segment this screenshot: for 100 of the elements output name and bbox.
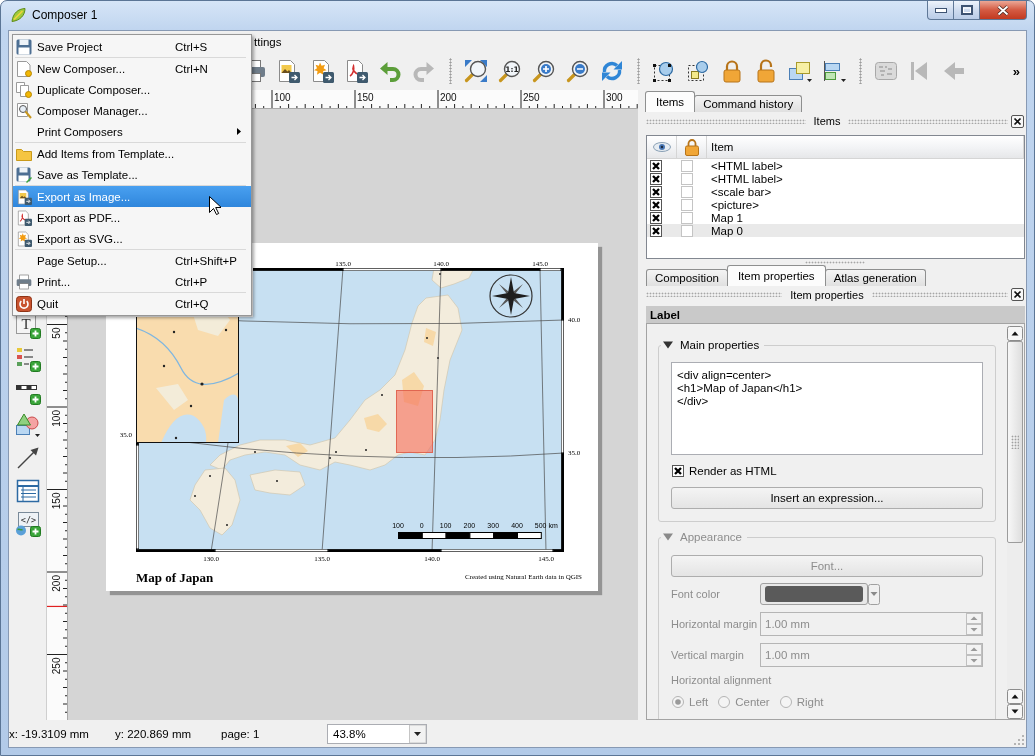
menu-item[interactable]: Save Project Ctrl+S	[13, 36, 251, 57]
dock-grip[interactable]	[848, 118, 1008, 124]
ruler-label: 150	[51, 492, 62, 510]
visibility-checkbox[interactable]	[650, 211, 662, 224]
visibility-checkbox[interactable]	[650, 159, 662, 172]
toolbar-grip[interactable]	[636, 58, 640, 84]
ruler-label: 200	[51, 575, 62, 592]
lock-checkbox[interactable]	[681, 172, 693, 185]
zoom-in-icon[interactable]	[532, 59, 556, 83]
menu-item[interactable]: Print... Ctrl+P	[13, 271, 251, 292]
close-button[interactable]	[979, 1, 1027, 20]
duplicate-document-icon	[16, 81, 32, 98]
minimize-button[interactable]	[927, 1, 954, 20]
move-content-icon[interactable]	[686, 59, 710, 83]
menu-item[interactable]: New Composer... Ctrl+N	[13, 58, 251, 79]
svg-export-icon[interactable]	[310, 59, 334, 83]
ruler-label: 100	[274, 92, 291, 103]
menu-shortcut: Ctrl+P	[175, 275, 209, 288]
leaf-logo-icon	[10, 7, 26, 23]
render-html-checkbox[interactable]	[672, 464, 684, 477]
overflow-button[interactable]: »	[1012, 63, 1020, 79]
visibility-checkbox[interactable]	[650, 224, 662, 237]
zoom-out-icon[interactable]	[566, 59, 590, 83]
lock-icon	[684, 138, 699, 156]
close-icon	[997, 4, 1009, 16]
align-icon[interactable]	[822, 59, 846, 83]
ruler-label: 50	[51, 327, 62, 339]
zoom-combo[interactable]: 43.8%	[327, 723, 427, 744]
tab[interactable]: Composition	[646, 269, 728, 286]
checkbox-label: Render as HTML	[689, 464, 777, 477]
zoom-full-icon[interactable]	[464, 59, 488, 83]
scroll-up-icon[interactable]	[1007, 326, 1023, 341]
lock-checkbox[interactable]	[681, 185, 693, 198]
visibility-checkbox[interactable]	[650, 172, 662, 185]
visibility-checkbox[interactable]	[650, 198, 662, 211]
page-title: Map of Japan	[136, 570, 214, 586]
undo-icon[interactable]	[378, 59, 402, 83]
compass-rose-icon	[489, 274, 533, 318]
raise-icon[interactable]	[788, 59, 812, 83]
lock-checkbox[interactable]	[681, 198, 693, 211]
dock-grip[interactable]	[646, 292, 783, 297]
collapse-caret-icon[interactable]	[663, 340, 673, 350]
menu-item[interactable]: Duplicate Composer...	[13, 79, 251, 100]
close-icon[interactable]	[1011, 288, 1024, 301]
menu-shortcut: Ctrl+Shift+P	[175, 254, 238, 267]
floppy-pencil-icon	[16, 166, 32, 183]
group-title: Main properties	[680, 338, 760, 352]
lock-checkbox[interactable]	[681, 211, 693, 224]
tab[interactable]: Items	[645, 91, 696, 112]
item-row[interactable]: Map 0	[647, 224, 1024, 237]
menu-shortcut: Ctrl+N	[175, 62, 209, 75]
tab[interactable]: Item properties	[726, 265, 826, 286]
menu-item[interactable]: Page Setup... Ctrl+Shift+P	[13, 250, 251, 271]
pdf-export-icon[interactable]	[344, 59, 368, 83]
add-legend-icon[interactable]	[14, 346, 41, 372]
maximize-button[interactable]	[953, 1, 980, 20]
close-icon[interactable]	[1011, 114, 1024, 128]
selection-box-icon[interactable]	[652, 59, 676, 83]
column-header[interactable]: Item	[707, 136, 1024, 159]
html-source-field[interactable]: <div align=center> <h1>Map of Japan</h1> </div>	[671, 362, 983, 455]
toolbar-grip[interactable]	[448, 58, 452, 84]
field-label: Horizontal margin	[671, 618, 759, 630]
pdf-export-icon	[16, 209, 32, 226]
field-label: Horizontal alignment	[671, 673, 773, 687]
refresh-icon[interactable]	[600, 59, 624, 83]
eye-icon	[652, 142, 671, 152]
new-document-icon	[16, 60, 32, 77]
toolbar-grip[interactable]	[858, 58, 862, 84]
visibility-checkbox[interactable]	[650, 185, 662, 198]
scroll-up-icon[interactable]	[1007, 689, 1023, 704]
lock-checkbox[interactable]	[681, 159, 693, 172]
dropdown-arrow-icon[interactable]	[409, 724, 426, 743]
svg-export-icon	[16, 230, 32, 247]
menu-item[interactable]: Export as SVG...	[13, 228, 251, 249]
add-shape-icon[interactable]	[14, 412, 41, 438]
dock-grip[interactable]	[646, 118, 806, 124]
menu-item[interactable]: Print Composers	[13, 121, 251, 142]
scroll-down-icon[interactable]	[1007, 704, 1023, 719]
menu-item[interactable]: Quit Ctrl+Q	[13, 293, 251, 314]
menu-item[interactable]: Composer Manager...	[13, 100, 251, 121]
unlock-icon[interactable]	[754, 59, 778, 83]
field-label: Font color	[671, 588, 721, 600]
column-header[interactable]	[677, 136, 707, 159]
splitter-grip[interactable]	[805, 260, 865, 264]
dock-grip[interactable]	[871, 292, 1008, 297]
lock-icon[interactable]	[720, 59, 744, 83]
ruler-label: 200	[440, 92, 457, 103]
tab[interactable]: Command history	[694, 95, 803, 112]
menu-item[interactable]: Add Items from Template...	[13, 143, 251, 164]
column-header[interactable]	[647, 136, 677, 159]
menu-bar-item[interactable]: ttings	[248, 35, 288, 48]
tab[interactable]: Atlas generation	[824, 269, 926, 286]
scrollbar-thumb[interactable]	[1007, 341, 1023, 543]
add-table-icon[interactable]	[14, 478, 41, 504]
lock-checkbox[interactable]	[681, 224, 693, 237]
menu-item[interactable]: Export as PDF...	[13, 207, 251, 228]
expression-button[interactable]: Insert an expression...	[671, 487, 983, 509]
image-export-icon[interactable]	[276, 59, 300, 83]
menu-item[interactable]: Save as Template...	[13, 164, 251, 185]
window-title: Composer 1	[32, 7, 98, 24]
